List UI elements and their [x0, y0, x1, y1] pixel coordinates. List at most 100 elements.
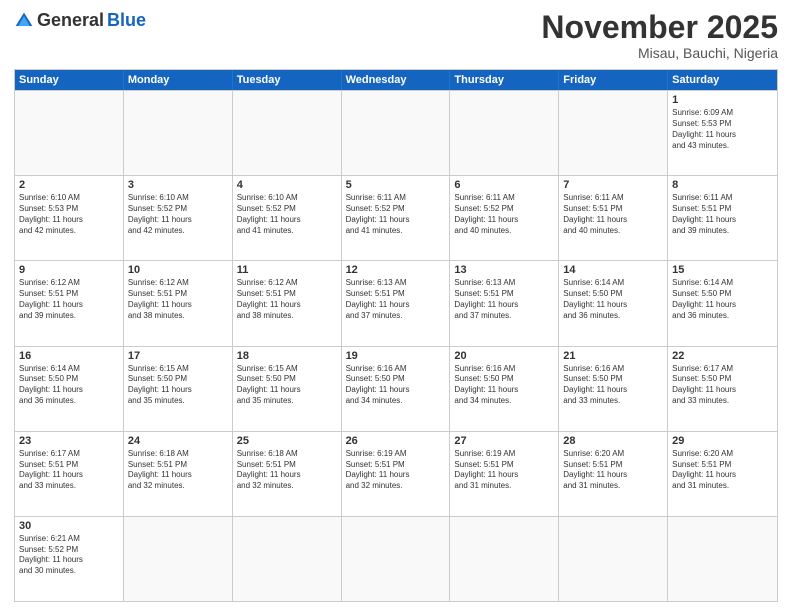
- cal-cell: 19 Sunrise: 6:16 AM Sunset: 5:50 PM Dayli…: [342, 347, 451, 431]
- day-number: 28: [563, 435, 663, 447]
- cal-cell: 4 Sunrise: 6:10 AM Sunset: 5:52 PM Daylig…: [233, 176, 342, 260]
- day-number: 20: [454, 350, 554, 362]
- month-title: November 2025: [541, 10, 778, 45]
- cal-cell: [233, 91, 342, 175]
- cal-cell: 11Sunrise: 6:12 AM Sunset: 5:51 PM Dayli…: [233, 261, 342, 345]
- cell-text: Sunrise: 6:21 AM Sunset: 5:52 PM Dayligh…: [19, 534, 119, 577]
- cal-cell: [124, 517, 233, 601]
- cell-text: Sunrise: 6:19 AM Sunset: 5:51 PM Dayligh…: [454, 449, 554, 492]
- cell-text: Sunrise: 6:16 AM Sunset: 5:50 PM Dayligh…: [563, 364, 663, 407]
- cal-cell: 6 Sunrise: 6:11 AM Sunset: 5:52 PM Daylig…: [450, 176, 559, 260]
- cal-cell: [450, 517, 559, 601]
- cell-text: Sunrise: 6:11 AM Sunset: 5:52 PM Dayligh…: [346, 193, 446, 236]
- cal-cell: [124, 91, 233, 175]
- day-number: 11: [237, 264, 337, 276]
- cal-row-5: 30 Sunrise: 6:21 AM Sunset: 5:52 PM Dayli…: [15, 516, 777, 601]
- cell-text: Sunrise: 6:10 AM Sunset: 5:53 PM Dayligh…: [19, 193, 119, 236]
- day-number: 13: [454, 264, 554, 276]
- cal-cell: [342, 91, 451, 175]
- cell-text: Sunrise: 6:14 AM Sunset: 5:50 PM Dayligh…: [19, 364, 119, 407]
- day-number: 12: [346, 264, 446, 276]
- day-number: 22: [672, 350, 773, 362]
- cell-text: Sunrise: 6:14 AM Sunset: 5:50 PM Dayligh…: [672, 278, 773, 321]
- cal-cell: [559, 517, 668, 601]
- day-number: 9: [19, 264, 119, 276]
- day-number: 14: [563, 264, 663, 276]
- cal-cell: 1Sunrise: 6:09 AM Sunset: 5:53 PM Daylig…: [668, 91, 777, 175]
- day-number: 17: [128, 350, 228, 362]
- header: GeneralBlue November 2025 Misau, Bauchi,…: [14, 10, 778, 61]
- day-number: 4: [237, 179, 337, 191]
- cal-cell: [668, 517, 777, 601]
- logo-icon: [14, 11, 34, 31]
- cal-cell: [342, 517, 451, 601]
- calendar: SundayMondayTuesdayWednesdayThursdayFrid…: [14, 69, 778, 602]
- cal-cell: 21Sunrise: 6:16 AM Sunset: 5:50 PM Dayli…: [559, 347, 668, 431]
- cal-cell: 12 Sunrise: 6:13 AM Sunset: 5:51 PM Dayli…: [342, 261, 451, 345]
- day-number: 26: [346, 435, 446, 447]
- logo: GeneralBlue: [14, 10, 146, 31]
- cal-header-saturday: Saturday: [668, 70, 777, 90]
- cal-header-friday: Friday: [559, 70, 668, 90]
- cell-text: Sunrise: 6:18 AM Sunset: 5:51 PM Dayligh…: [128, 449, 228, 492]
- cell-text: Sunrise: 6:19 AM Sunset: 5:51 PM Dayligh…: [346, 449, 446, 492]
- cal-cell: 3Sunrise: 6:10 AM Sunset: 5:52 PM Daylig…: [124, 176, 233, 260]
- cell-text: Sunrise: 6:14 AM Sunset: 5:50 PM Dayligh…: [563, 278, 663, 321]
- calendar-body: 1Sunrise: 6:09 AM Sunset: 5:53 PM Daylig…: [15, 90, 777, 601]
- day-number: 10: [128, 264, 228, 276]
- cal-cell: 14 Sunrise: 6:14 AM Sunset: 5:50 PM Dayli…: [559, 261, 668, 345]
- day-number: 1: [672, 94, 773, 106]
- cal-header-sunday: Sunday: [15, 70, 124, 90]
- day-number: 3: [128, 179, 228, 191]
- cell-text: Sunrise: 6:20 AM Sunset: 5:51 PM Dayligh…: [563, 449, 663, 492]
- day-number: 24: [128, 435, 228, 447]
- day-number: 23: [19, 435, 119, 447]
- day-number: 27: [454, 435, 554, 447]
- cal-header-tuesday: Tuesday: [233, 70, 342, 90]
- calendar-header-row: SundayMondayTuesdayWednesdayThursdayFrid…: [15, 70, 777, 90]
- day-number: 2: [19, 179, 119, 191]
- cell-text: Sunrise: 6:13 AM Sunset: 5:51 PM Dayligh…: [346, 278, 446, 321]
- cal-cell: [450, 91, 559, 175]
- cal-cell: 27 Sunrise: 6:19 AM Sunset: 5:51 PM Dayli…: [450, 432, 559, 516]
- cal-cell: 28 Sunrise: 6:20 AM Sunset: 5:51 PM Dayli…: [559, 432, 668, 516]
- cal-cell: 25Sunrise: 6:18 AM Sunset: 5:51 PM Dayli…: [233, 432, 342, 516]
- day-number: 5: [346, 179, 446, 191]
- day-number: 16: [19, 350, 119, 362]
- cal-cell: 30 Sunrise: 6:21 AM Sunset: 5:52 PM Dayli…: [15, 517, 124, 601]
- cal-row-0: 1Sunrise: 6:09 AM Sunset: 5:53 PM Daylig…: [15, 90, 777, 175]
- cell-text: Sunrise: 6:10 AM Sunset: 5:52 PM Dayligh…: [237, 193, 337, 236]
- cal-cell: 17Sunrise: 6:15 AM Sunset: 5:50 PM Dayli…: [124, 347, 233, 431]
- day-number: 7: [563, 179, 663, 191]
- cell-text: Sunrise: 6:12 AM Sunset: 5:51 PM Dayligh…: [19, 278, 119, 321]
- cell-text: Sunrise: 6:11 AM Sunset: 5:51 PM Dayligh…: [672, 193, 773, 236]
- cal-row-3: 16 Sunrise: 6:14 AM Sunset: 5:50 PM Dayli…: [15, 346, 777, 431]
- cell-text: Sunrise: 6:13 AM Sunset: 5:51 PM Dayligh…: [454, 278, 554, 321]
- cell-text: Sunrise: 6:16 AM Sunset: 5:50 PM Dayligh…: [346, 364, 446, 407]
- cal-cell: 2 Sunrise: 6:10 AM Sunset: 5:53 PM Daylig…: [15, 176, 124, 260]
- day-number: 6: [454, 179, 554, 191]
- cal-cell: 22 Sunrise: 6:17 AM Sunset: 5:50 PM Dayli…: [668, 347, 777, 431]
- cal-header-monday: Monday: [124, 70, 233, 90]
- cal-header-wednesday: Wednesday: [342, 70, 451, 90]
- cell-text: Sunrise: 6:12 AM Sunset: 5:51 PM Dayligh…: [128, 278, 228, 321]
- cal-cell: 8Sunrise: 6:11 AM Sunset: 5:51 PM Daylig…: [668, 176, 777, 260]
- location: Misau, Bauchi, Nigeria: [541, 45, 778, 61]
- cell-text: Sunrise: 6:17 AM Sunset: 5:50 PM Dayligh…: [672, 364, 773, 407]
- day-number: 19: [346, 350, 446, 362]
- title-area: November 2025 Misau, Bauchi, Nigeria: [541, 10, 778, 61]
- day-number: 15: [672, 264, 773, 276]
- cal-cell: 16 Sunrise: 6:14 AM Sunset: 5:50 PM Dayli…: [15, 347, 124, 431]
- cal-cell: [233, 517, 342, 601]
- cell-text: Sunrise: 6:17 AM Sunset: 5:51 PM Dayligh…: [19, 449, 119, 492]
- cell-text: Sunrise: 6:15 AM Sunset: 5:50 PM Dayligh…: [237, 364, 337, 407]
- cal-row-1: 2 Sunrise: 6:10 AM Sunset: 5:53 PM Daylig…: [15, 175, 777, 260]
- day-number: 30: [19, 520, 119, 532]
- cell-text: Sunrise: 6:16 AM Sunset: 5:50 PM Dayligh…: [454, 364, 554, 407]
- cell-text: Sunrise: 6:11 AM Sunset: 5:51 PM Dayligh…: [563, 193, 663, 236]
- day-number: 25: [237, 435, 337, 447]
- cal-cell: 9 Sunrise: 6:12 AM Sunset: 5:51 PM Daylig…: [15, 261, 124, 345]
- cal-cell: 13 Sunrise: 6:13 AM Sunset: 5:51 PM Dayli…: [450, 261, 559, 345]
- cell-text: Sunrise: 6:11 AM Sunset: 5:52 PM Dayligh…: [454, 193, 554, 236]
- cal-cell: 24 Sunrise: 6:18 AM Sunset: 5:51 PM Dayli…: [124, 432, 233, 516]
